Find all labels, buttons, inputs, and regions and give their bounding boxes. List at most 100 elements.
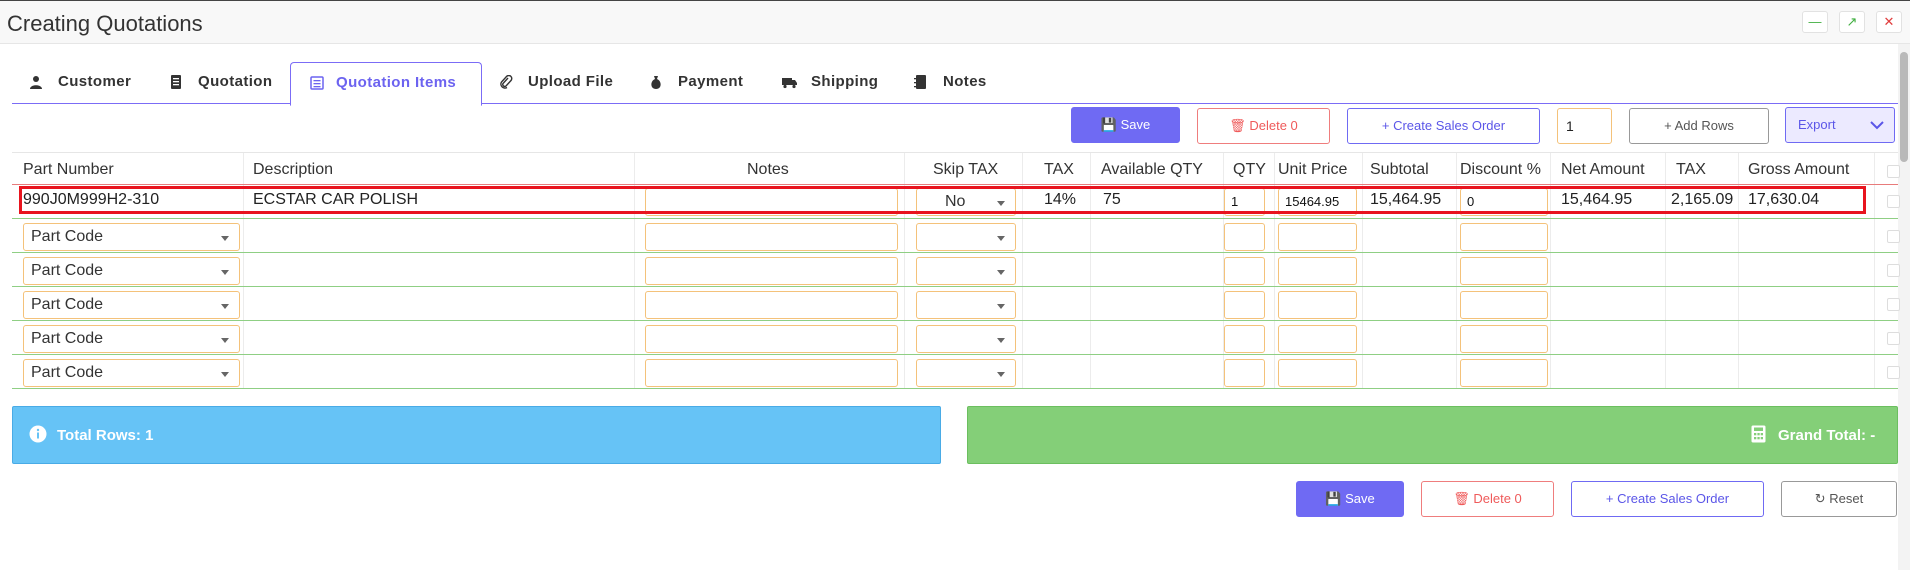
discount-input[interactable] [1460, 325, 1548, 353]
create-sales-order-label: + Create Sales Order [1381, 118, 1506, 133]
truck-icon [782, 78, 797, 89]
footer-delete-label: Delete [1473, 491, 1511, 506]
tab-quotation[interactable]: Quotation [169, 62, 279, 104]
notes-input[interactable] [645, 325, 898, 353]
skip-tax-select[interactable] [916, 223, 1016, 251]
discount-input[interactable] [1460, 291, 1548, 319]
tab-quotation-items[interactable]: Quotation Items [290, 62, 482, 106]
tab-notes[interactable]: Notes [914, 62, 1004, 104]
close-button[interactable]: ✕ [1876, 11, 1902, 33]
caret-down-icon [221, 236, 229, 241]
header-skip-tax: Skip TAX [933, 161, 999, 178]
tab-shipping[interactable]: Shipping [782, 62, 887, 104]
part-code-placeholder: Part Code [31, 228, 104, 245]
qty-input[interactable] [1224, 223, 1265, 251]
empty-row: Part Code [12, 220, 1900, 253]
footer-delete-button[interactable]: 🗑 Delete 0 [1421, 481, 1554, 517]
minimize-button[interactable]: — [1802, 11, 1828, 33]
maximize-button[interactable]: ↗ [1839, 11, 1865, 33]
save-button[interactable]: 💾 Save [1071, 107, 1180, 143]
refresh-icon: ↻ [1814, 491, 1826, 506]
unit-price-input[interactable] [1278, 257, 1357, 285]
money-bag-icon [651, 76, 661, 89]
notebook-icon [914, 75, 926, 89]
create-sales-order-button[interactable]: + Create Sales Order [1347, 108, 1540, 144]
grand-total-panel: Grand Total: - [967, 406, 1898, 464]
row-checkbox[interactable] [1887, 264, 1900, 277]
export-dropdown[interactable]: Export [1785, 107, 1895, 143]
caret-down-icon [997, 236, 1005, 241]
floppy-icon: 💾 [1325, 491, 1342, 506]
info-icon [29, 425, 47, 443]
footer-save-label: Save [1345, 491, 1375, 506]
tab-label: Quotation Items [336, 74, 457, 91]
document-icon [171, 75, 181, 89]
qty-input[interactable] [1224, 325, 1265, 353]
tab-label: Customer [58, 73, 132, 90]
tab-label: Shipping [811, 73, 879, 90]
caret-down-icon [997, 372, 1005, 377]
tab-upload-file[interactable]: Upload File [499, 62, 619, 104]
part-code-select[interactable]: Part Code [23, 257, 240, 285]
footer-reset-button[interactable]: ↻ Reset [1781, 481, 1897, 517]
qty-input[interactable] [1224, 359, 1265, 387]
tab-payment[interactable]: Payment [649, 62, 749, 104]
tab-label: Payment [678, 73, 744, 90]
skip-tax-select[interactable] [916, 359, 1016, 387]
row-checkbox[interactable] [1887, 298, 1900, 311]
notes-input[interactable] [645, 359, 898, 387]
part-code-select[interactable]: Part Code [23, 223, 240, 251]
select-all-checkbox[interactable] [1887, 165, 1900, 178]
skip-tax-select[interactable] [916, 257, 1016, 285]
skip-tax-select[interactable] [916, 325, 1016, 353]
row-checkbox[interactable] [1887, 195, 1900, 208]
discount-input[interactable] [1460, 257, 1548, 285]
part-code-select[interactable]: Part Code [23, 291, 240, 319]
notes-input[interactable] [645, 291, 898, 319]
row-checkbox[interactable] [1887, 230, 1900, 243]
part-code-select[interactable]: Part Code [23, 325, 240, 353]
notes-input[interactable] [645, 257, 898, 285]
discount-input[interactable] [1460, 223, 1548, 251]
unit-price-input[interactable] [1278, 223, 1357, 251]
scrollbar-thumb[interactable] [1900, 52, 1908, 162]
header-gross-amount: Gross Amount [1748, 161, 1850, 178]
notes-input[interactable] [645, 223, 898, 251]
unit-price-input[interactable] [1278, 325, 1357, 353]
footer-save-button[interactable]: 💾 Save [1296, 481, 1404, 517]
rows-count-input[interactable]: 1 [1557, 108, 1612, 144]
tab-label: Upload File [528, 73, 614, 90]
part-code-placeholder: Part Code [31, 330, 104, 347]
skip-tax-select[interactable] [916, 291, 1016, 319]
row-checkbox[interactable] [1887, 366, 1900, 379]
list-icon [310, 76, 324, 90]
caret-down-icon [221, 304, 229, 309]
footer-create-sales-order-button[interactable]: + Create Sales Order [1571, 481, 1764, 517]
empty-row: Part Code [12, 356, 1900, 389]
save-button-label: Save [1120, 117, 1151, 132]
unit-price-input[interactable] [1278, 359, 1357, 387]
floppy-icon: 💾 [1100, 117, 1117, 132]
window-titlebar: Creating Quotations — ↗ ✕ [0, 0, 1910, 44]
caret-down-icon [221, 372, 229, 377]
tab-label: Quotation [198, 73, 273, 90]
delete-button[interactable]: 🗑 Delete 0 [1197, 108, 1330, 144]
paperclip-icon [500, 75, 513, 89]
unit-price-input[interactable] [1278, 291, 1357, 319]
total-rows-value: 1 [145, 427, 154, 444]
part-code-select[interactable]: Part Code [23, 359, 240, 387]
caret-down-icon [997, 338, 1005, 343]
delete-button-label: Delete [1249, 118, 1287, 133]
row-checkbox[interactable] [1887, 332, 1900, 345]
part-code-placeholder: Part Code [31, 262, 104, 279]
footer-reset-label: Reset [1829, 491, 1864, 506]
row-divider [12, 184, 1898, 185]
qty-input[interactable] [1224, 257, 1265, 285]
part-code-placeholder: Part Code [31, 364, 104, 381]
tab-bar: Customer Quotation Quotation Items Uploa… [12, 60, 1898, 106]
tab-customer[interactable]: Customer [29, 62, 139, 104]
qty-input[interactable] [1224, 291, 1265, 319]
add-rows-button[interactable]: + Add Rows [1629, 108, 1769, 144]
discount-input[interactable] [1460, 359, 1548, 387]
footer-create-sales-order-label: + Create Sales Order [1605, 491, 1730, 506]
